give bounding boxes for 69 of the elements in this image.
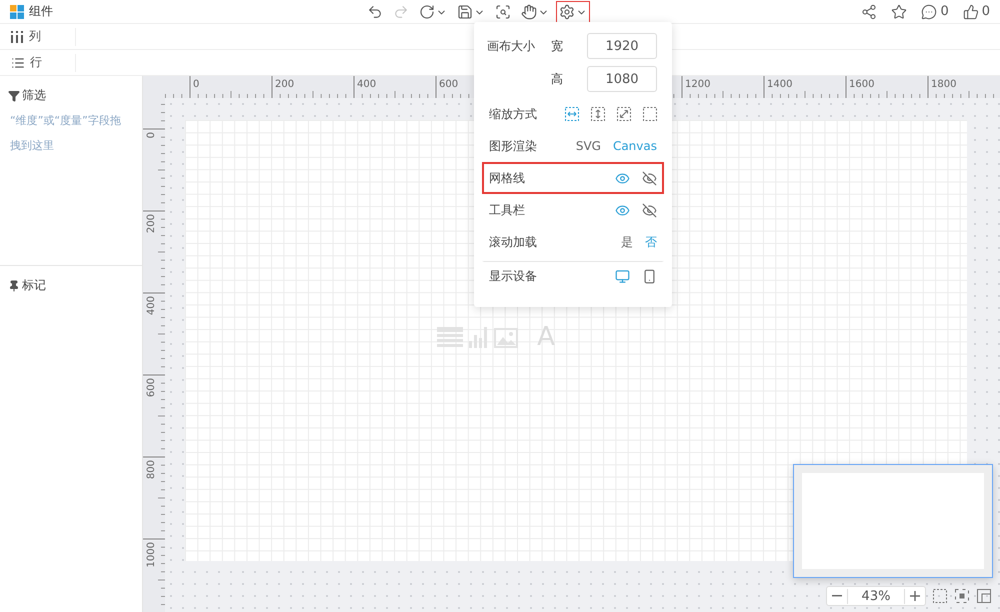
focus-icon (954, 588, 970, 604)
filter-icon (8, 90, 20, 102)
desktop-option[interactable] (615, 269, 630, 284)
share-button[interactable] (861, 4, 878, 20)
comment-icon (921, 4, 938, 20)
vertical-ruler: 0 200 400 600 800 1000 (143, 98, 165, 612)
width-label: 宽 (551, 38, 564, 54)
like-button[interactable]: 0 (962, 4, 990, 20)
eye-off-icon (642, 170, 657, 186)
zoom-value: 43% (847, 588, 905, 604)
fit-icon (591, 107, 605, 121)
star-icon (891, 4, 908, 20)
layout-icon (976, 588, 992, 604)
height-label: 高 (551, 70, 564, 88)
settings-icon (559, 4, 575, 20)
fit-icon (565, 107, 579, 121)
setting-label: 缩放方式 (489, 106, 538, 122)
phone-icon (642, 269, 657, 284)
dashed-frame-icon (932, 588, 948, 604)
setting-label: 画布大小 (487, 38, 536, 54)
pin-icon (8, 280, 20, 292)
preview-icon (495, 4, 511, 20)
center-button[interactable] (954, 588, 970, 604)
minimap-toggle-button[interactable] (976, 588, 992, 604)
setting-label: 显示设备 (489, 268, 538, 285)
scale-option[interactable] (565, 107, 579, 121)
star-button[interactable] (891, 4, 908, 20)
height-input[interactable]: 1080 (587, 66, 657, 92)
scale-option[interactable] (617, 107, 631, 121)
setting-label: 工具栏 (489, 202, 526, 218)
show-option[interactable] (615, 170, 630, 186)
setting-label: 网格线 (489, 170, 526, 186)
logo-icon (10, 4, 24, 18)
setting-label: 图形渲染 (489, 138, 538, 154)
monitor-icon (615, 269, 630, 284)
show-option[interactable] (615, 202, 630, 218)
setting-option[interactable]: SVG (576, 139, 601, 153)
dashed-frame-icon (643, 107, 657, 121)
hand-icon (521, 4, 537, 20)
minus-icon (832, 595, 842, 597)
undo-icon (367, 4, 383, 20)
comment-button[interactable]: 0 (921, 4, 949, 20)
shelf-title: 列 (29, 28, 41, 45)
plus-icon (910, 591, 920, 601)
setting-option[interactable]: 是 (621, 234, 633, 250)
eye-icon (615, 170, 630, 186)
setting-label: 滚动加载 (489, 234, 538, 250)
eye-icon (615, 202, 630, 218)
scale-option[interactable] (643, 107, 657, 121)
eye-off-icon (642, 202, 657, 218)
columns-icon (11, 30, 24, 42)
refresh-icon (419, 4, 435, 20)
marks-title: 标记 (22, 277, 46, 294)
filter-title: 筛选 (22, 87, 46, 104)
fit-icon (617, 107, 631, 121)
select-area-button[interactable] (932, 588, 948, 604)
mobile-option[interactable] (642, 269, 657, 284)
list-icon (11, 56, 25, 70)
thumbs-up-icon (962, 4, 979, 20)
redo-icon (393, 4, 409, 20)
hide-option[interactable] (642, 202, 657, 218)
app-title: 组件 (29, 3, 53, 20)
drop-hint: “维度”或“度量”字段拖拽到这里 (9, 113, 122, 154)
scale-option[interactable] (591, 107, 605, 121)
shelf-title: 行 (30, 54, 42, 71)
width-input[interactable]: 1920 (587, 33, 657, 59)
hide-option[interactable] (642, 170, 657, 186)
share-icon (861, 4, 878, 20)
save-icon (457, 4, 473, 20)
